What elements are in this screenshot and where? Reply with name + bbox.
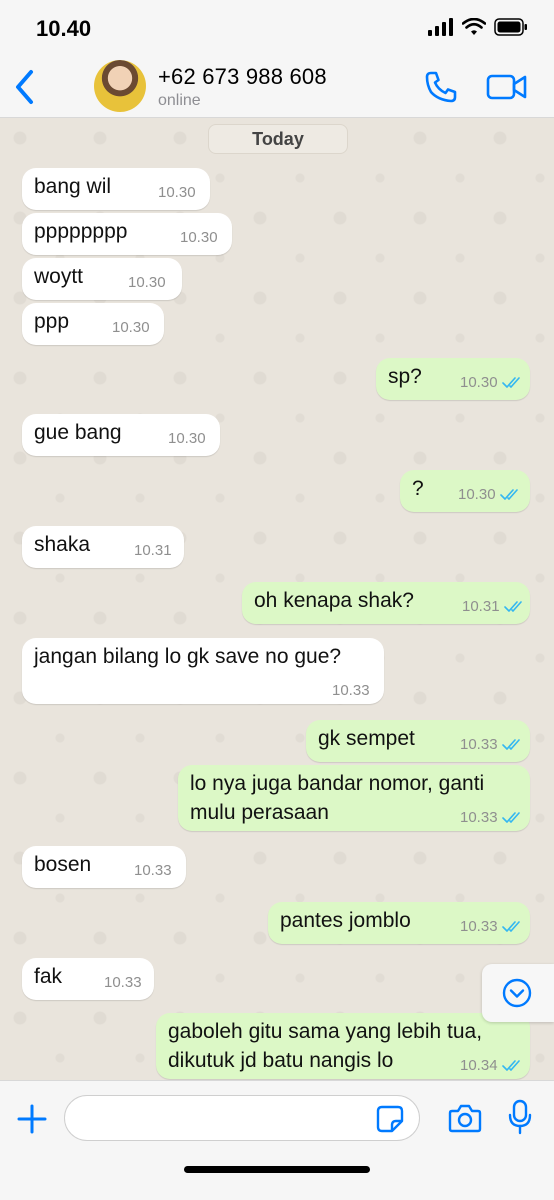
message-text: pantes jomblo xyxy=(280,909,411,932)
battery-icon xyxy=(494,18,527,36)
contact-status: online xyxy=(158,92,201,109)
incoming-message[interactable]: pppppppp 10.30 xyxy=(22,213,232,255)
message-text: fak xyxy=(34,965,63,988)
chevron-down-circle-icon xyxy=(502,978,532,1008)
message-text: ppp xyxy=(34,310,70,333)
message-text: bosen xyxy=(34,853,92,876)
outgoing-message[interactable]: pantes jomblo 10.33 xyxy=(268,902,530,944)
outgoing-message[interactable]: sp? 10.30 xyxy=(376,358,530,400)
incoming-message[interactable]: bang wil 10.30 xyxy=(22,168,210,210)
message-text: sp? xyxy=(388,365,422,388)
message-text: jangan bilang lo gk save no gue? xyxy=(34,645,342,668)
message-time: 10.30 xyxy=(460,374,498,391)
message-time: 10.30 xyxy=(180,229,218,246)
message-text: woytt xyxy=(34,265,84,288)
scroll-to-bottom-button[interactable] xyxy=(482,964,554,1022)
phone-icon[interactable] xyxy=(424,70,458,104)
contact-name[interactable]: +62 673 988 608 xyxy=(158,64,327,90)
incoming-message[interactable]: fak 10.33 xyxy=(22,958,154,1000)
message-time: 10.33 xyxy=(460,918,498,935)
message-time: 10.33 xyxy=(460,809,498,826)
back-chevron-icon[interactable] xyxy=(12,68,36,106)
incoming-message[interactable]: ppp 10.30 xyxy=(22,303,164,345)
read-ticks-icon xyxy=(504,601,522,612)
message-time: 10.30 xyxy=(112,319,150,336)
video-camera-icon[interactable] xyxy=(486,72,528,102)
home-indicator xyxy=(184,1166,370,1173)
incoming-message[interactable]: bosen 10.33 xyxy=(22,846,186,888)
message-time: 10.33 xyxy=(134,862,172,879)
read-ticks-icon xyxy=(502,1060,520,1071)
message-text: gue bang xyxy=(34,421,122,444)
message-time: 10.33 xyxy=(332,682,370,699)
read-ticks-icon xyxy=(502,812,520,823)
message-text: pppppppp xyxy=(34,220,128,243)
outgoing-message[interactable]: ? 10.30 xyxy=(400,470,530,512)
message-time: 10.30 xyxy=(168,430,206,447)
outgoing-message[interactable]: gaboleh gitu sama yang lebih tua, dikutu… xyxy=(156,1013,530,1079)
avatar[interactable] xyxy=(94,60,146,112)
read-ticks-icon xyxy=(502,739,520,750)
message-time: 10.31 xyxy=(134,542,172,559)
message-text: shaka xyxy=(34,533,91,556)
status-icons xyxy=(428,18,528,36)
outgoing-message[interactable]: lo nya juga bandar nomor, ganti mulu per… xyxy=(178,765,530,831)
message-input[interactable] xyxy=(64,1095,420,1141)
incoming-message[interactable]: woytt 10.30 xyxy=(22,258,182,300)
incoming-message[interactable]: shaka 10.31 xyxy=(22,526,184,568)
wifi-icon xyxy=(462,18,486,35)
microphone-icon[interactable] xyxy=(508,1099,532,1135)
chat-area[interactable]: Today bang wil 10.30 pppppppp 10.30 woytt 10.… xyxy=(0,118,554,1080)
incoming-message[interactable]: gue bang 10.30 xyxy=(22,414,220,456)
status-time: 10.40 xyxy=(36,16,92,41)
read-ticks-icon xyxy=(500,489,518,500)
plus-icon[interactable] xyxy=(16,1103,48,1135)
incoming-message[interactable]: jangan bilang lo gk save no gue? 10.33 xyxy=(22,638,384,704)
outgoing-message[interactable]: gk sempet 10.33 xyxy=(306,720,530,762)
status-bar: 10.40 xyxy=(0,0,554,56)
message-time: 10.34 xyxy=(460,1057,498,1074)
message-text: ? xyxy=(412,477,424,500)
message-time: 10.30 xyxy=(158,184,196,201)
read-ticks-icon xyxy=(502,377,520,388)
chat-header: +62 673 988 608 online xyxy=(0,56,554,118)
message-time: 10.31 xyxy=(462,598,500,615)
message-text: oh kenapa shak? xyxy=(254,589,414,612)
message-time: 10.33 xyxy=(460,736,498,753)
message-text: bang wil xyxy=(34,175,112,198)
read-ticks-icon xyxy=(502,921,520,932)
message-text: gk sempet xyxy=(318,727,415,750)
message-time: 10.30 xyxy=(458,486,496,503)
sticker-icon[interactable] xyxy=(376,1105,404,1133)
input-bar xyxy=(0,1080,554,1200)
date-separator: Today xyxy=(208,124,348,154)
outgoing-message[interactable]: oh kenapa shak? 10.31 xyxy=(242,582,530,624)
signal-icon xyxy=(428,18,453,36)
message-time: 10.33 xyxy=(104,974,142,991)
message-time: 10.30 xyxy=(128,274,166,291)
camera-icon[interactable] xyxy=(448,1103,482,1133)
